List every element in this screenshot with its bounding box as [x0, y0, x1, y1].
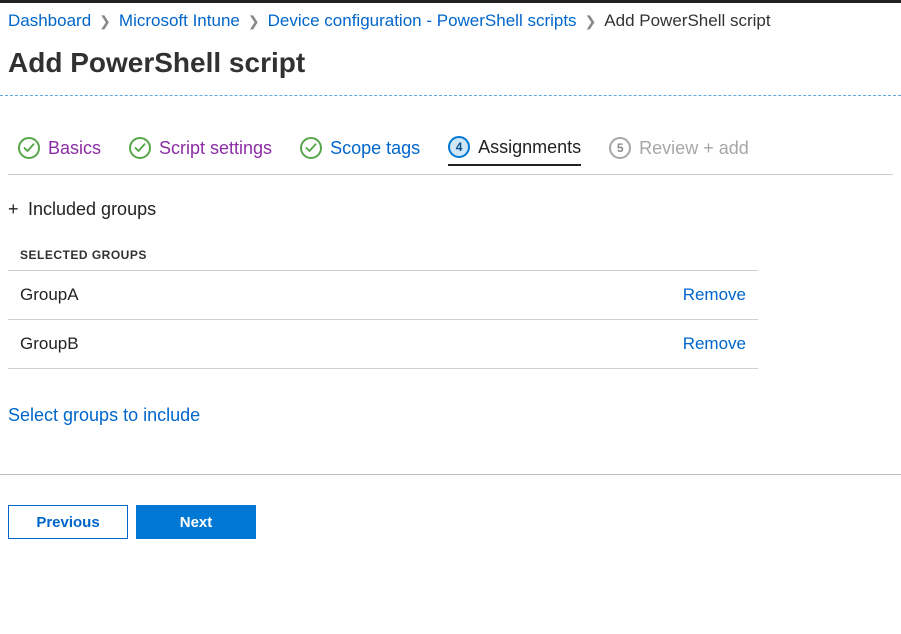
- previous-button[interactable]: Previous: [8, 505, 128, 539]
- step-label: Basics: [48, 138, 101, 159]
- step-label: Assignments: [478, 137, 581, 158]
- breadcrumb-intune[interactable]: Microsoft Intune: [119, 11, 240, 31]
- group-name: GroupB: [20, 334, 79, 354]
- step-script-settings[interactable]: Script settings: [129, 137, 272, 165]
- selected-groups-header: SELECTED GROUPS: [8, 240, 758, 270]
- table-row: GroupA Remove: [8, 270, 758, 319]
- chevron-right-icon: ❯: [246, 13, 262, 30]
- breadcrumb-current: Add PowerShell script: [604, 11, 770, 31]
- step-label: Review + add: [639, 138, 749, 159]
- remove-link[interactable]: Remove: [683, 334, 746, 354]
- included-groups-label: Included groups: [28, 199, 156, 220]
- step-label: Scope tags: [330, 138, 420, 159]
- next-button[interactable]: Next: [136, 505, 256, 539]
- chevron-right-icon: ❯: [97, 13, 113, 30]
- selected-groups-table: SELECTED GROUPS GroupA Remove GroupB Rem…: [8, 240, 758, 369]
- step-label: Script settings: [159, 138, 272, 159]
- assignments-content: + Included groups SELECTED GROUPS GroupA…: [0, 175, 901, 474]
- plus-icon: +: [8, 199, 22, 220]
- check-icon: [129, 137, 151, 159]
- chevron-right-icon: ❯: [583, 13, 599, 30]
- step-scope-tags[interactable]: Scope tags: [300, 137, 420, 165]
- check-icon: [18, 137, 40, 159]
- step-assignments[interactable]: 4 Assignments: [448, 136, 581, 166]
- breadcrumb-device-config[interactable]: Device configuration - PowerShell script…: [268, 11, 577, 31]
- step-basics[interactable]: Basics: [18, 137, 101, 165]
- select-groups-link[interactable]: Select groups to include: [8, 405, 200, 426]
- step-number-icon: 4: [448, 136, 470, 158]
- breadcrumb: Dashboard ❯ Microsoft Intune ❯ Device co…: [0, 3, 901, 39]
- table-row: GroupB Remove: [8, 319, 758, 369]
- wizard-stepper: Basics Script settings Scope tags 4 Assi…: [0, 96, 901, 174]
- remove-link[interactable]: Remove: [683, 285, 746, 305]
- included-groups-toggle[interactable]: + Included groups: [8, 199, 893, 220]
- group-name: GroupA: [20, 285, 79, 305]
- step-number-icon: 5: [609, 137, 631, 159]
- page-title: Add PowerShell script: [0, 39, 901, 95]
- step-review-add[interactable]: 5 Review + add: [609, 137, 749, 165]
- breadcrumb-dashboard[interactable]: Dashboard: [8, 11, 91, 31]
- wizard-footer: Previous Next: [0, 475, 901, 569]
- check-icon: [300, 137, 322, 159]
